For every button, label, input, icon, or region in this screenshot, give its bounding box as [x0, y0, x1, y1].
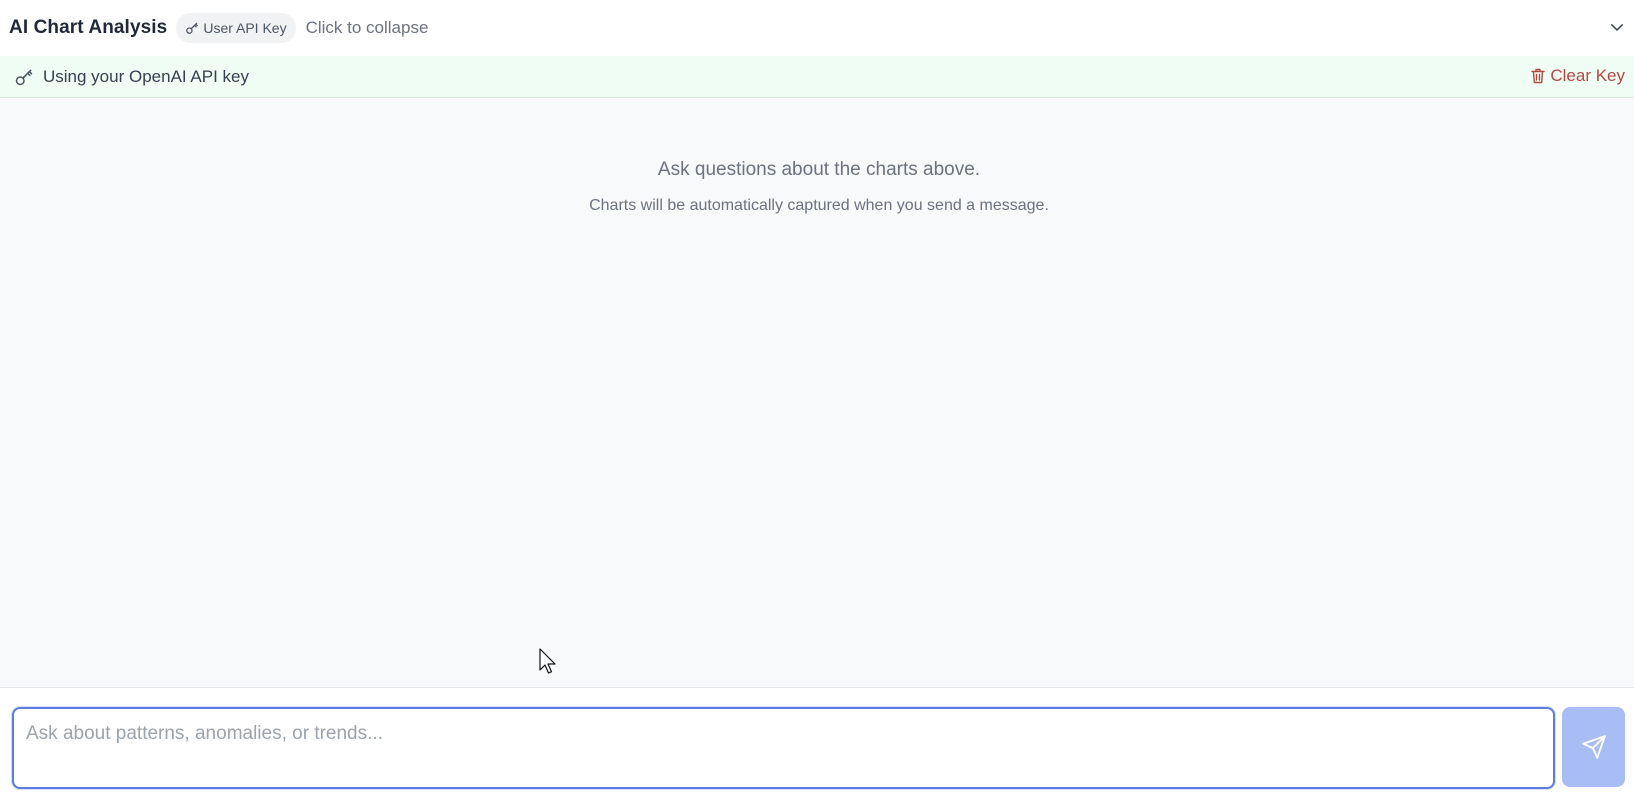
empty-state-subtitle: Charts will be automatically captured wh…: [589, 197, 1049, 214]
panel-title: AI Chart Analysis: [9, 17, 168, 38]
clear-key-button[interactable]: Clear Key: [1531, 66, 1625, 86]
api-key-status-bar: Using your OpenAI API key Clear Key: [0, 56, 1634, 98]
chevron-down-icon[interactable]: [1606, 16, 1628, 38]
empty-state-title: Ask questions about the charts above.: [657, 159, 981, 180]
api-key-badge-label: User API Key: [203, 20, 287, 36]
clear-key-label: Clear Key: [1550, 66, 1625, 85]
api-key-badge: User API Key: [176, 13, 296, 43]
key-icon: [14, 67, 34, 87]
chat-panel-header[interactable]: AI Chart Analysis User API Key Click to …: [0, 0, 1634, 56]
api-key-status-text: Using your OpenAI API key: [43, 66, 249, 86]
collapse-hint[interactable]: Click to collapse: [306, 18, 429, 38]
send-button[interactable]: [1562, 707, 1625, 787]
composer: [0, 689, 1634, 796]
message-area[interactable]: Ask questions about the charts above. Ch…: [0, 99, 1634, 688]
key-icon: [185, 21, 199, 35]
send-icon: [1581, 734, 1607, 760]
chat-input[interactable]: [12, 707, 1555, 789]
trash-icon: [1531, 68, 1546, 84]
